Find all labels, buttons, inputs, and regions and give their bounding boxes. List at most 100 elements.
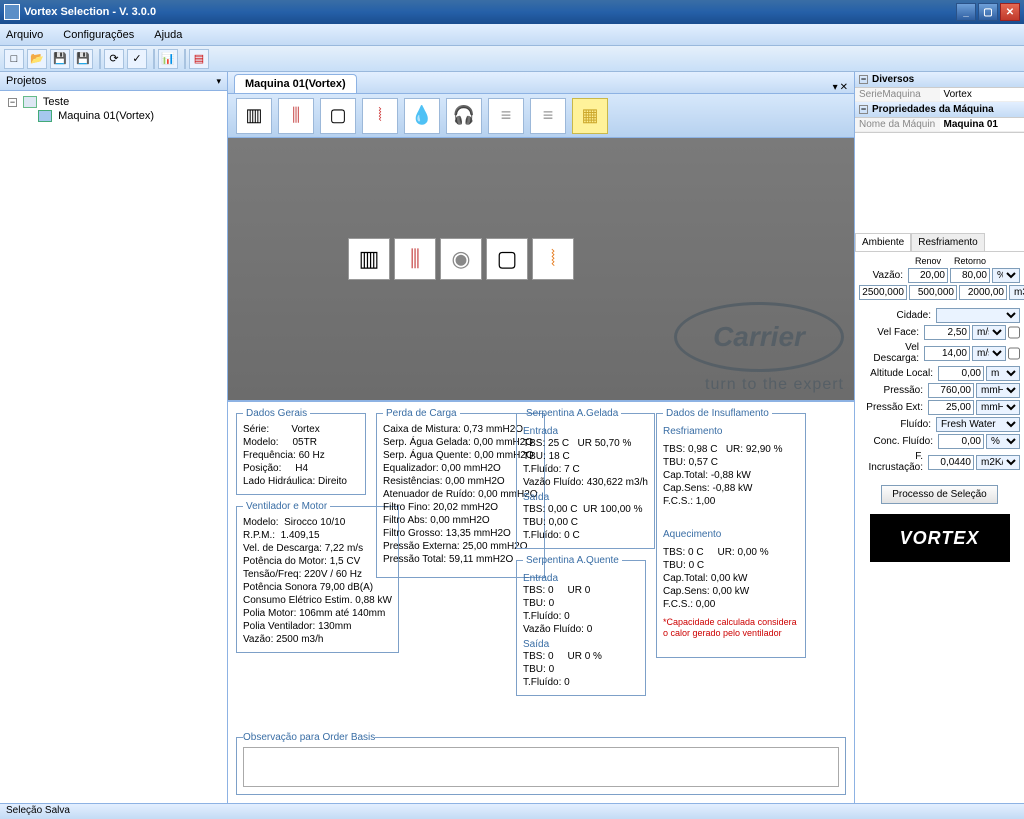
lbl-vazao: Vazão: xyxy=(859,270,906,281)
vm-title: Ventilador e Motor xyxy=(243,501,330,512)
comp-filter-icon[interactable]: ⫼ xyxy=(278,98,314,134)
menu-configuracoes[interactable]: Configurações xyxy=(63,29,134,41)
tree-root-label: Teste xyxy=(43,96,69,108)
projects-panel: Projetos ▾ − Teste Maquina 01(Vortex) xyxy=(0,72,228,803)
vazao-unit-select[interactable]: m3/h xyxy=(1009,285,1024,300)
vazao-retorno-input[interactable] xyxy=(959,285,1007,300)
comp-lines1-icon[interactable]: ≡ xyxy=(488,98,524,134)
hdr-retorno: Retorno xyxy=(950,256,990,266)
new-icon[interactable]: □ xyxy=(4,49,24,69)
toolbar: □ 📂 💾 💾 ⟳ ✓ 📊 ▤ xyxy=(0,46,1024,72)
observacao: Observação para Order Basis xyxy=(236,732,846,795)
comp-resistance-icon[interactable]: ⦚ xyxy=(362,98,398,134)
pressaoext-unit[interactable]: mmH2O xyxy=(976,400,1020,415)
canvas-module-icon[interactable]: ▥ xyxy=(348,238,390,280)
pc-title: Perda de Carga xyxy=(383,408,460,419)
lbl-pressaoext: Pressão Ext: xyxy=(859,402,926,413)
vazao-pct-select[interactable]: % xyxy=(992,268,1020,283)
comp-module-icon[interactable]: ▥ xyxy=(236,98,272,134)
save-icon[interactable]: 💾 xyxy=(50,49,70,69)
properties-panel: −Diversos SerieMaquinaVortex −Propriedad… xyxy=(854,72,1024,803)
comp-humid-icon[interactable]: 💧 xyxy=(404,98,440,134)
save-as-icon[interactable]: 💾 xyxy=(73,49,93,69)
tab-ambiente[interactable]: Ambiente xyxy=(855,233,911,251)
retorno-input[interactable] xyxy=(950,268,990,283)
collapse-diversos-icon[interactable]: − xyxy=(859,75,868,84)
pg-val[interactable]: Vortex xyxy=(940,88,1024,101)
pressaoext-input[interactable] xyxy=(928,400,974,415)
fluido-select[interactable]: Fresh Water xyxy=(936,417,1020,432)
velface-input[interactable] xyxy=(924,325,970,340)
velface-unit[interactable]: m/s xyxy=(972,325,1006,340)
veldesc-check[interactable] xyxy=(1008,347,1020,360)
canvas-filter-icon[interactable]: ⫼ xyxy=(394,238,436,280)
check-icon[interactable]: ✓ xyxy=(127,49,147,69)
tab-resfriamento[interactable]: Resfriamento xyxy=(911,233,984,251)
project-icon xyxy=(23,96,37,108)
tab-machine[interactable]: Maquina 01(Vortex) xyxy=(234,74,357,93)
collapse-icon[interactable]: − xyxy=(8,98,17,107)
vazao-renov-input[interactable] xyxy=(909,285,957,300)
lbl-velface: Vel Face: xyxy=(859,327,922,338)
pg-diversos: Diversos xyxy=(872,74,914,85)
lbl-fluido: Fluído: xyxy=(859,419,934,430)
machine-icon xyxy=(38,110,52,122)
veldesc-unit[interactable]: m/s xyxy=(972,346,1006,361)
pin-icon[interactable]: ▾ xyxy=(216,76,221,87)
cidade-select[interactable] xyxy=(936,308,1020,323)
altitude-unit[interactable]: m xyxy=(986,366,1020,381)
component-toolbar: ▥ ⫼ ▢ ⦚ 💧 🎧 ≡ ≡ ▦ xyxy=(228,94,854,138)
projects-title: Projetos xyxy=(6,75,46,87)
tab-close-icon[interactable]: ✕ xyxy=(840,82,848,93)
open-icon[interactable]: 📂 xyxy=(27,49,47,69)
concfluido-input[interactable] xyxy=(938,434,984,449)
projects-header: Projetos ▾ xyxy=(0,72,227,91)
canvas-empty-icon[interactable]: ▢ xyxy=(486,238,528,280)
processo-selecao-button[interactable]: Processo de Seleção xyxy=(881,485,998,504)
serpentina-gelada: Serpentina A.Gelada Entrada TBS: 25 C UR… xyxy=(516,408,655,549)
refresh-icon[interactable]: ⟳ xyxy=(104,49,124,69)
maximize-button[interactable]: ▢ xyxy=(978,3,998,21)
collapse-prop-icon[interactable]: − xyxy=(859,105,868,114)
pg-val[interactable]: Maquina 01 xyxy=(940,118,1024,131)
pressao-unit[interactable]: mmHg xyxy=(976,383,1020,398)
lbl-veldesc: Vel Descarga: xyxy=(859,342,922,364)
pg-key: Nome da Máquin xyxy=(855,118,940,131)
lbl-cidade: Cidade: xyxy=(859,310,934,321)
close-button[interactable]: ✕ xyxy=(1000,3,1020,21)
fincr-unit[interactable]: m2K/kW xyxy=(976,455,1020,470)
renov-input[interactable] xyxy=(908,268,948,283)
pg-propmaq: Propriedades da Máquina xyxy=(872,104,994,115)
pdf-icon[interactable]: ▤ xyxy=(189,49,209,69)
comp-lines2-icon[interactable]: ≡ xyxy=(530,98,566,134)
design-canvas[interactable]: ▥ ⫼ ◉ ▢ ⦚ Carrier turn to the expert xyxy=(228,138,854,400)
menu-arquivo[interactable]: Arquivo xyxy=(6,29,43,41)
canvas-fan-icon[interactable]: ◉ xyxy=(440,238,482,280)
minimize-button[interactable]: _ xyxy=(956,3,976,21)
vazao-total-input[interactable] xyxy=(859,285,907,300)
serpentina-quente: Serpentina A.Quente Entrada TBS: 0 UR 0 … xyxy=(516,555,646,696)
tree-machine[interactable]: Maquina 01(Vortex) xyxy=(4,109,223,123)
comp-sound-icon[interactable]: 🎧 xyxy=(446,98,482,134)
veldesc-input[interactable] xyxy=(924,346,970,361)
obs-title: Observação para Order Basis xyxy=(243,732,375,743)
altitude-input[interactable] xyxy=(938,366,984,381)
pg-key: SerieMaquina xyxy=(855,88,940,101)
chart-icon[interactable]: 📊 xyxy=(158,49,178,69)
observacao-input[interactable] xyxy=(243,747,839,787)
saq-title: Serpentina A.Quente xyxy=(523,555,622,566)
lbl-concfluido: Conc. Fluído: xyxy=(859,436,936,447)
velface-check[interactable] xyxy=(1008,326,1020,339)
tab-menu-icon[interactable]: ▾ xyxy=(833,82,838,93)
sag-title: Serpentina A.Gelada xyxy=(523,408,621,419)
title-bar: Vortex Selection - V. 3.0.0 _ ▢ ✕ xyxy=(0,0,1024,24)
comp-grid-icon[interactable]: ▦ xyxy=(572,98,608,134)
lbl-altitude: Altitude Local: xyxy=(859,368,936,379)
concfluido-unit[interactable]: % xyxy=(986,434,1020,449)
tree-root[interactable]: − Teste xyxy=(4,95,223,109)
canvas-coil-icon[interactable]: ⦚ xyxy=(532,238,574,280)
comp-blank-icon[interactable]: ▢ xyxy=(320,98,356,134)
pressao-input[interactable] xyxy=(928,383,974,398)
fincr-input[interactable] xyxy=(928,455,974,470)
menu-ajuda[interactable]: Ajuda xyxy=(154,29,182,41)
